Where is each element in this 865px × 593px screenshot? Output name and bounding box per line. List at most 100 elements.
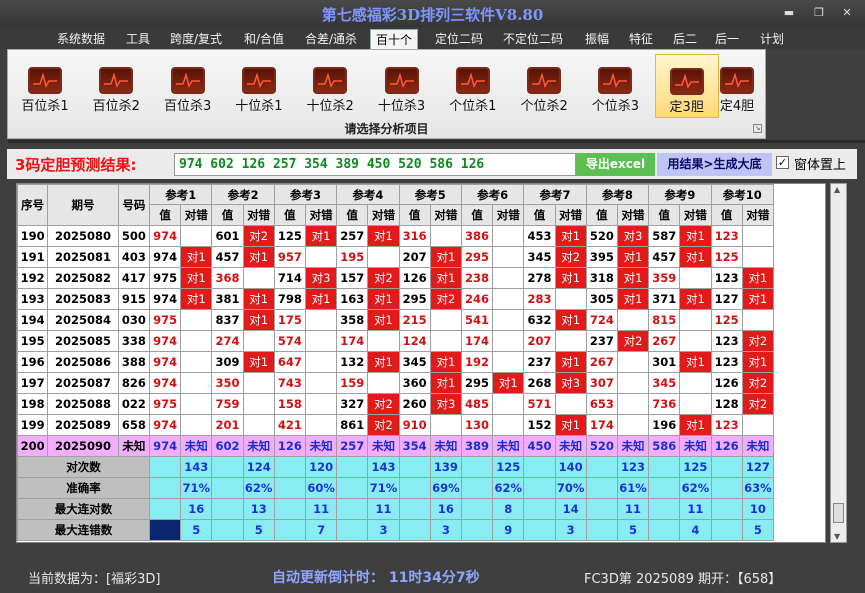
ref-result: 对1 [554,414,587,436]
ref-result: 对1 [242,246,275,268]
ref-result [367,246,400,268]
close-icon[interactable]: ✕ [838,6,856,20]
value-subheader: 值 [336,204,369,226]
menu-item-5[interactable]: 百十个 [370,29,418,49]
menu-item-0[interactable]: 系统数据 [52,29,110,49]
ref-value: 345 [648,372,681,394]
predicted-value: 126 [710,435,743,457]
expand-icon[interactable]: ↘ [753,124,762,133]
ref-value: 974 [149,246,182,268]
ribbon-button-2[interactable]: 百位杀3 [156,54,220,118]
stats-value: 5 [242,519,275,541]
generate-base-button[interactable]: 用结果>生成大底 [657,153,772,176]
ref-value: 132 [336,351,369,373]
export-excel-button[interactable]: 导出excel [576,153,655,176]
menu-item-9[interactable]: 特征 [622,29,660,49]
ref-value: 485 [460,393,494,415]
minimize-icon[interactable]: ▬ [780,6,798,20]
ribbon-button-label: 个位杀2 [520,99,568,114]
chart-icon [313,67,348,94]
menu-item-2[interactable]: 跨度/复式 [163,29,229,49]
ribbon-button-7[interactable]: 个位杀2 [512,54,576,118]
ref-value: 368 [211,267,244,289]
ribbon-button-9[interactable]: 定3胆 [654,54,719,118]
scroll-down-icon[interactable]: ▼ [834,532,840,541]
ref-value: 453 [523,225,556,247]
table-row[interactable]: 193 2025083 915 974 对1 381 对1 798 对1 163 对1 295 对2 24… [16,288,775,310]
menu-item-11[interactable]: 后一 [709,29,745,49]
ref-result [741,309,775,331]
ribbon-button-8[interactable]: 个位杀3 [583,54,647,118]
ref-value: 395 [585,246,618,268]
value-subheader: 值 [273,204,306,226]
ref-value: 157 [336,267,369,289]
ribbon-button-0[interactable]: 百位杀1 [13,54,77,118]
menu-item-3[interactable]: 和/合值 [238,29,290,49]
ribbon-button-10[interactable]: 定4胆 [714,54,760,118]
table-row[interactable]: 192 2025082 417 975 对1 368 714 对3 157 对2 126 对1 238 2… [16,267,775,289]
ribbon-button-5[interactable]: 十位杀3 [370,54,434,118]
stay-on-top-label: 窗体置上 [794,158,847,173]
menu-item-6[interactable]: 定位二码 [430,29,488,49]
table-row[interactable]: 199 2025089 658 974 201 421 861 对2 910 130 152 对1 17… [16,414,775,436]
predicted-value: 450 [523,435,556,457]
menu-item-1[interactable]: 工具 [120,29,156,49]
menu-item-4[interactable]: 合差/通杀 [299,29,363,49]
vertical-scrollbar[interactable]: ▲ ▼ [830,183,847,543]
table-row[interactable]: 197 2025087 826 974 350 743 159 360 对1 295 对1 268 对3… [16,372,775,394]
ref-result: 对1 [616,267,650,289]
prediction-bar: 3码定胆预测结果: 974 602 126 257 354 389 450 52… [7,149,857,179]
menu-item-7[interactable]: 不定位二码 [495,29,571,49]
ref-result [242,330,275,352]
table-row[interactable]: 195 2025085 338 974 274 574 174 124 174 207 237 对2 2… [16,330,775,352]
table-row[interactable]: 190 2025080 500 974 601 对2 125 对1 257 对1 316 386 453… [16,225,775,247]
stats-value: 11 [679,498,712,520]
ref-value: 130 [460,414,494,436]
ref-result [679,330,712,352]
table-row[interactable]: 194 2025084 030 975 837 对1 175 358 对1 215 541 632 对1… [16,309,775,331]
ref-value: 127 [710,288,743,310]
ref-result [429,414,462,436]
row-period: 2025089 [47,414,119,436]
prediction-result-field[interactable]: 974 602 126 257 354 389 450 520 586 126 [174,153,576,176]
ribbon-button-3[interactable]: 十位杀1 [227,54,291,118]
menu-item-8[interactable]: 振幅 [578,29,616,49]
stats-value: 3 [429,519,462,541]
stats-value: 16 [180,498,213,520]
ref-result: 对2 [429,288,462,310]
ribbon-button-4[interactable]: 十位杀2 [298,54,362,118]
stats-spacer [460,456,494,478]
prediction-row[interactable]: 200 2025090 未知 974 未知 602 未知 126 未知 257 未知 354 未知 389… [16,435,775,457]
ref-value: 520 [585,225,618,247]
stats-value: 16 [429,498,462,520]
ref-value: 174 [336,330,369,352]
ribbon-button-label: 定4胆 [719,99,755,114]
stats-value: 71% [367,477,400,499]
value-subheader: 值 [523,204,556,226]
menu-item-10[interactable]: 后二 [666,29,704,49]
ref-value: 647 [273,351,306,373]
ref-header: 参考2 [211,184,275,205]
divider [8,140,865,143]
ref-value: 201 [211,414,244,436]
scroll-up-icon[interactable]: ▲ [834,185,840,194]
ribbon-button-6[interactable]: 个位杀1 [441,54,505,118]
ribbon-button-1[interactable]: 百位杀2 [84,54,148,118]
stay-on-top-checkbox[interactable]: ✓ [776,156,789,169]
row-number: 388 [117,351,151,373]
restore-icon[interactable]: ❐ [810,6,828,20]
ref-value: 714 [273,267,306,289]
menu-item-12[interactable]: 计划 [755,29,789,49]
table-row[interactable]: 196 2025086 388 974 309 对1 647 132 对1 345 对1 192 237… [16,351,775,373]
scrollbar-thumb[interactable] [833,503,844,523]
seq-header: 序号 [16,184,49,226]
table-row[interactable]: 191 2025081 403 974 对1 457 对1 957 195 207 对1 295 345… [16,246,775,268]
ref-value: 798 [273,288,306,310]
row-period: 2025086 [47,351,119,373]
ref-result: 对1 [180,246,213,268]
ref-result [304,414,338,436]
result-subheader: 对错 [180,204,213,226]
table-row[interactable]: 198 2025088 022 975 759 158 327 对2 260 对3 485 571 65… [16,393,775,415]
row-number: 658 [117,414,151,436]
ref-result [679,372,712,394]
